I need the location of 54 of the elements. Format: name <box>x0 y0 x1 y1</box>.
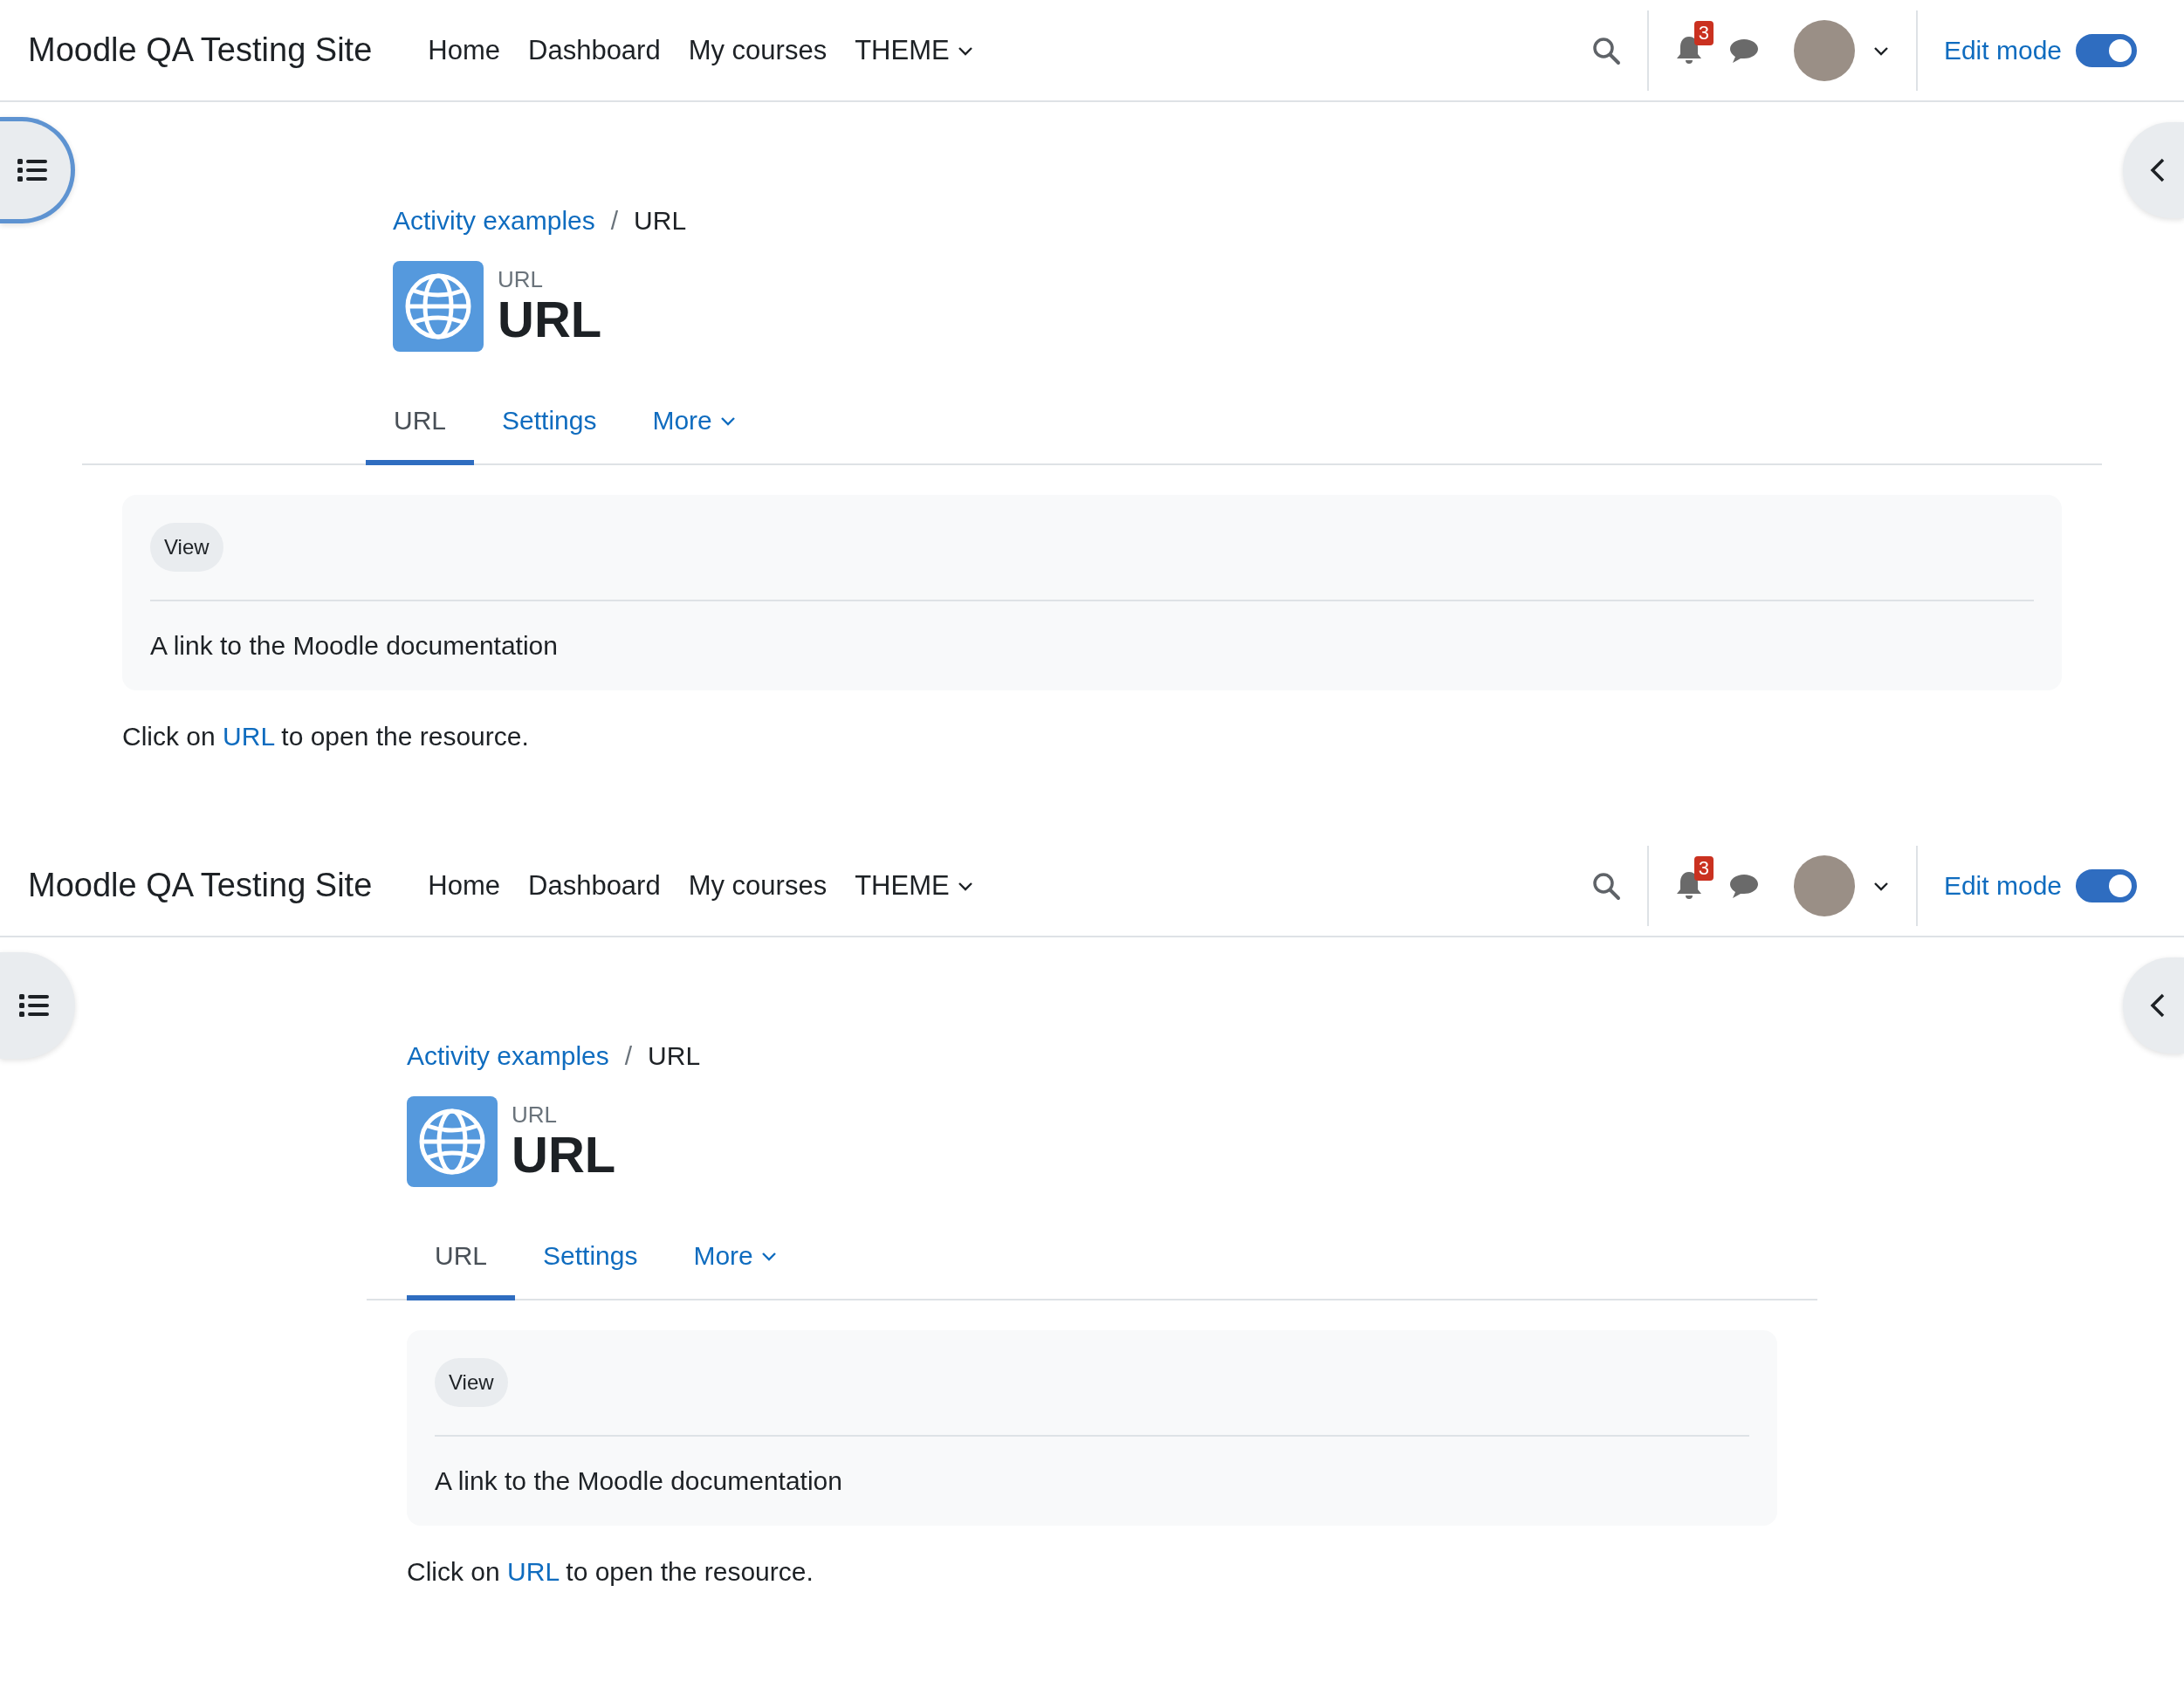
breadcrumb-item: URL <box>634 206 687 236</box>
activity-type: URL <box>512 1101 558 1129</box>
activity-description: A link to the Moodle documentation <box>150 631 559 661</box>
nav-link[interactable]: Dashboard <box>528 34 661 66</box>
breadcrumb-separator: / <box>610 206 619 236</box>
edit-mode-toggle[interactable] <box>2076 868 2137 902</box>
caret-icon <box>759 1250 778 1262</box>
nav-link[interactable]: THEME <box>855 869 974 902</box>
notification-count: 3 <box>1693 20 1714 45</box>
nav-link[interactable]: Home <box>428 34 500 66</box>
course-index-button[interactable] <box>0 117 75 223</box>
url-link[interactable]: URL <box>507 1557 559 1586</box>
edit-mode-label: Edit mode <box>1943 35 2062 65</box>
chevron-left-icon <box>2150 157 2166 183</box>
chevron-left-icon <box>2150 992 2166 1019</box>
nav-link[interactable]: Home <box>428 869 500 902</box>
list-icon <box>17 158 47 182</box>
tab[interactable]: URL <box>366 387 474 465</box>
tab[interactable]: Settings <box>515 1222 666 1300</box>
site-name[interactable]: Moodle QA Testing Site <box>28 31 373 69</box>
breadcrumb-item[interactable]: Activity examples <box>407 1041 609 1071</box>
breadcrumb-item: URL <box>648 1041 701 1071</box>
tab[interactable]: More <box>624 387 765 465</box>
page-title: URL <box>512 1129 616 1182</box>
nav-link[interactable]: THEME <box>855 34 974 66</box>
breadcrumb-separator: / <box>624 1041 633 1071</box>
course-index-button[interactable] <box>0 952 75 1059</box>
instruction-text: Click on URL to open the resource. <box>407 1557 814 1587</box>
nav-link[interactable]: My courses <box>688 869 828 902</box>
instruction-text: Click on URL to open the resource. <box>122 722 530 751</box>
view-badge: View <box>435 1358 508 1407</box>
tab[interactable]: More <box>665 1222 806 1300</box>
activity-type: URL <box>498 266 544 294</box>
nav-link[interactable]: My courses <box>688 34 828 66</box>
nav-link[interactable]: Dashboard <box>528 869 661 902</box>
notification-count: 3 <box>1693 855 1714 881</box>
chat-bubble-icon[interactable] <box>1728 37 1759 64</box>
view-badge: View <box>150 523 223 572</box>
url-link[interactable]: URL <box>223 722 274 751</box>
tab[interactable]: URL <box>407 1222 515 1300</box>
chat-bubble-icon[interactable] <box>1728 872 1759 899</box>
list-icon <box>19 993 49 1018</box>
caret-icon <box>718 415 737 427</box>
tab[interactable]: Settings <box>474 387 625 465</box>
search-icon[interactable] <box>1590 35 1621 65</box>
activity-description: A link to the Moodle documentation <box>435 1466 843 1496</box>
page-title: URL <box>498 293 602 347</box>
breadcrumb-item[interactable]: Activity examples <box>393 206 595 236</box>
edit-mode-label: Edit mode <box>1943 870 2062 901</box>
edit-mode-toggle[interactable] <box>2076 33 2137 67</box>
site-name[interactable]: Moodle QA Testing Site <box>28 867 373 904</box>
search-icon[interactable] <box>1590 870 1621 901</box>
globe-icon <box>407 1096 498 1187</box>
globe-icon <box>393 261 484 352</box>
